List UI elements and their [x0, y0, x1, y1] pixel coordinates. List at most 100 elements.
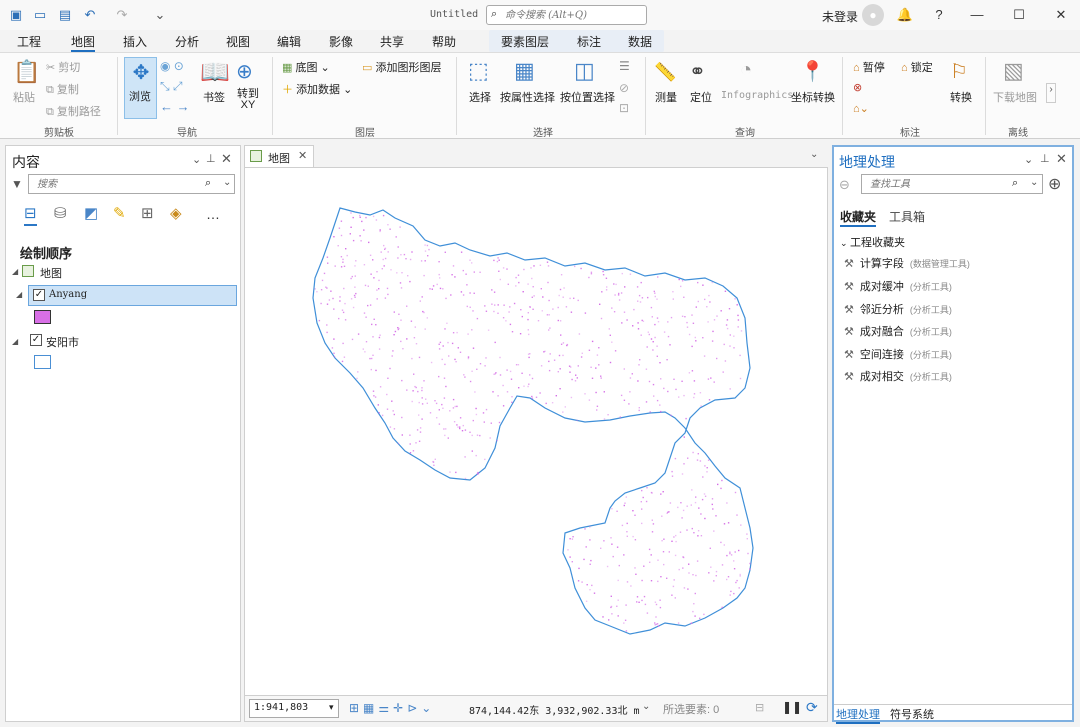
- map-canvas[interactable]: [245, 168, 827, 695]
- tab-imagery[interactable]: 影像: [329, 33, 353, 50]
- tab-toolboxes[interactable]: 工具箱: [889, 208, 925, 225]
- tab-map[interactable]: 地图: [71, 33, 96, 52]
- tab-labeling[interactable]: 标注: [577, 33, 601, 50]
- add-tool-icon[interactable]: ⊕: [1048, 174, 1061, 194]
- add-graphics-layer-button[interactable]: ▭ 添加图形图层: [362, 59, 441, 75]
- tab-edit[interactable]: 编辑: [277, 33, 301, 50]
- pause-drawing-icon[interactable]: ❚❚: [782, 700, 802, 714]
- expand-arrow-icon[interactable]: ◢: [16, 290, 22, 299]
- copy-path-button[interactable]: ⧉ 复制路径: [46, 103, 101, 119]
- tool-item[interactable]: ⚒ 成对相交 (分析工具): [844, 368, 952, 384]
- convert-labels-button[interactable]: 转换: [950, 89, 972, 105]
- label-options-icon[interactable]: ⌂⌄: [853, 102, 869, 115]
- units-chevron-icon[interactable]: ⌄: [642, 701, 650, 712]
- ribbon-scroll-right[interactable]: ›: [1046, 83, 1056, 103]
- pin-icon[interactable]: ⊥: [1040, 152, 1050, 165]
- tool-item[interactable]: ⚒ 计算字段 (数据管理工具): [844, 255, 970, 271]
- fixed-zoom-icon[interactable]: ⤡ ⤢: [160, 79, 183, 94]
- add-data-button[interactable]: ＋ 添加数据 ⌄: [282, 81, 352, 97]
- previous-extent-icon[interactable]: ← →: [160, 99, 190, 114]
- tool-item[interactable]: ⚒ 成对融合 (分析工具): [844, 323, 952, 339]
- attributes-icon[interactable]: ☰: [619, 59, 630, 73]
- tab-data[interactable]: 数据: [628, 33, 652, 50]
- customize-qat-icon[interactable]: ⌄: [152, 7, 168, 23]
- close-tab-icon[interactable]: ✕: [298, 149, 307, 162]
- select-by-location-button[interactable]: 按位置选择: [560, 89, 615, 105]
- paste-button[interactable]: 粘贴: [13, 89, 35, 105]
- maximize-button[interactable]: ☐: [1008, 5, 1030, 25]
- avatar[interactable]: ●: [862, 4, 884, 26]
- expand-arrow-icon[interactable]: ◢: [12, 267, 18, 276]
- undo-icon[interactable]: ↶: [82, 7, 98, 23]
- notification-bell-icon[interactable]: 🔔: [894, 5, 916, 25]
- command-search[interactable]: ⌕: [486, 5, 647, 25]
- list-by-selection-icon[interactable]: ◩: [84, 204, 98, 222]
- expand-arrow-icon[interactable]: ◢: [12, 337, 18, 346]
- more-icon[interactable]: …: [206, 206, 220, 222]
- tab-analysis[interactable]: 分析: [175, 33, 199, 50]
- tab-geoprocessing[interactable]: 地理处理: [836, 706, 880, 724]
- copy-button[interactable]: ⧉ 复制: [46, 81, 79, 97]
- scale-selector[interactable]: 1:941,803 ▾: [249, 699, 339, 718]
- tool-search-input[interactable]: [870, 175, 1010, 193]
- list-by-source-icon[interactable]: ⛁: [54, 204, 67, 222]
- go-to-xy-button[interactable]: 转到 XY: [237, 89, 259, 111]
- map-view[interactable]: [244, 167, 828, 696]
- map-view-tab[interactable]: 地图 ✕: [244, 145, 314, 167]
- open-project-icon[interactable]: ▣: [8, 7, 24, 23]
- contents-search-input[interactable]: [37, 175, 197, 193]
- minimize-button[interactable]: —: [966, 5, 988, 25]
- filter-icon[interactable]: ▼: [11, 177, 23, 191]
- clear-selection-icon[interactable]: ⊘: [619, 81, 629, 95]
- tab-favorites[interactable]: 收藏夹: [840, 208, 877, 227]
- close-button[interactable]: ✕: [1050, 5, 1072, 25]
- bookmarks-button[interactable]: 书签: [203, 89, 225, 105]
- project-favorites-section[interactable]: ⌄ 工程收藏夹: [840, 234, 905, 250]
- layer-name[interactable]: 安阳市: [46, 334, 79, 350]
- status-tools-icons[interactable]: ⊞▦⚌✛⊳⌄: [349, 701, 435, 715]
- tab-insert[interactable]: 插入: [123, 33, 147, 50]
- command-search-input[interactable]: [505, 6, 645, 24]
- redo-icon[interactable]: ↷: [114, 7, 130, 23]
- anyang-symbol[interactable]: [34, 310, 51, 324]
- back-arrow-icon[interactable]: ⊖: [839, 177, 850, 193]
- save-icon[interactable]: ▤: [57, 7, 73, 23]
- convert-coordinates-button[interactable]: 坐标转换: [791, 89, 835, 105]
- basemap-button[interactable]: ▦ 底图 ⌄: [282, 59, 330, 75]
- open-folder-icon[interactable]: ▭: [32, 7, 48, 23]
- list-by-drawing-order-icon[interactable]: ⊟: [24, 204, 37, 226]
- help-icon[interactable]: ?: [928, 5, 950, 25]
- select-by-attributes-button[interactable]: 按属性选择: [500, 89, 555, 105]
- cut-button[interactable]: ✂ 剪切: [46, 59, 80, 75]
- tab-share[interactable]: 共享: [380, 33, 404, 50]
- attribute-table-icon[interactable]: ⊟: [755, 701, 764, 714]
- layer-row-anyang[interactable]: ◢ ✓ Anyang: [16, 285, 237, 306]
- tool-item[interactable]: ⚒ 邻近分析 (分析工具): [844, 301, 952, 317]
- list-by-snapping-icon[interactable]: ⊞: [141, 204, 154, 222]
- tab-project[interactable]: 工程: [17, 33, 41, 50]
- explore-button[interactable]: ✥ 浏览: [124, 57, 157, 119]
- pause-labeling-button[interactable]: ⌂ 暂停: [853, 59, 885, 75]
- locate-button[interactable]: 定位: [690, 89, 712, 105]
- lock-labeling-button[interactable]: ⌂ 锁定: [901, 59, 933, 75]
- full-extent-icon[interactable]: ◉ ⊙: [160, 59, 184, 73]
- visibility-checkbox[interactable]: ✓: [30, 334, 42, 346]
- tab-feature-layer[interactable]: 要素图层: [501, 33, 549, 50]
- zoom-to-selection-icon[interactable]: ⊡: [619, 101, 629, 115]
- close-pane-icon[interactable]: ✕: [221, 151, 232, 167]
- visibility-checkbox[interactable]: ✓: [33, 289, 45, 301]
- tab-symbology[interactable]: 符号系统: [890, 706, 934, 722]
- refresh-icon[interactable]: ⟳: [806, 699, 818, 716]
- tool-search[interactable]: ⌕ ⌄: [861, 174, 1043, 194]
- list-by-editing-icon[interactable]: ✎: [113, 204, 126, 222]
- sign-in-status[interactable]: 未登录: [822, 8, 858, 25]
- close-pane-icon[interactable]: ✕: [1056, 151, 1067, 167]
- chevron-down-icon[interactable]: ⌄: [1030, 177, 1038, 188]
- unplaced-labels-icon[interactable]: ⊗: [853, 81, 862, 94]
- tool-item[interactable]: ⚒ 成对缓冲 (分析工具): [844, 278, 952, 294]
- pane-options-icon[interactable]: ⌄: [192, 153, 201, 166]
- measure-button[interactable]: 测量: [655, 89, 677, 105]
- pane-options-icon[interactable]: ⌄: [1024, 153, 1033, 166]
- list-by-labeling-icon[interactable]: ◈: [170, 204, 182, 222]
- contents-search[interactable]: ⌕ ⌄: [28, 174, 235, 194]
